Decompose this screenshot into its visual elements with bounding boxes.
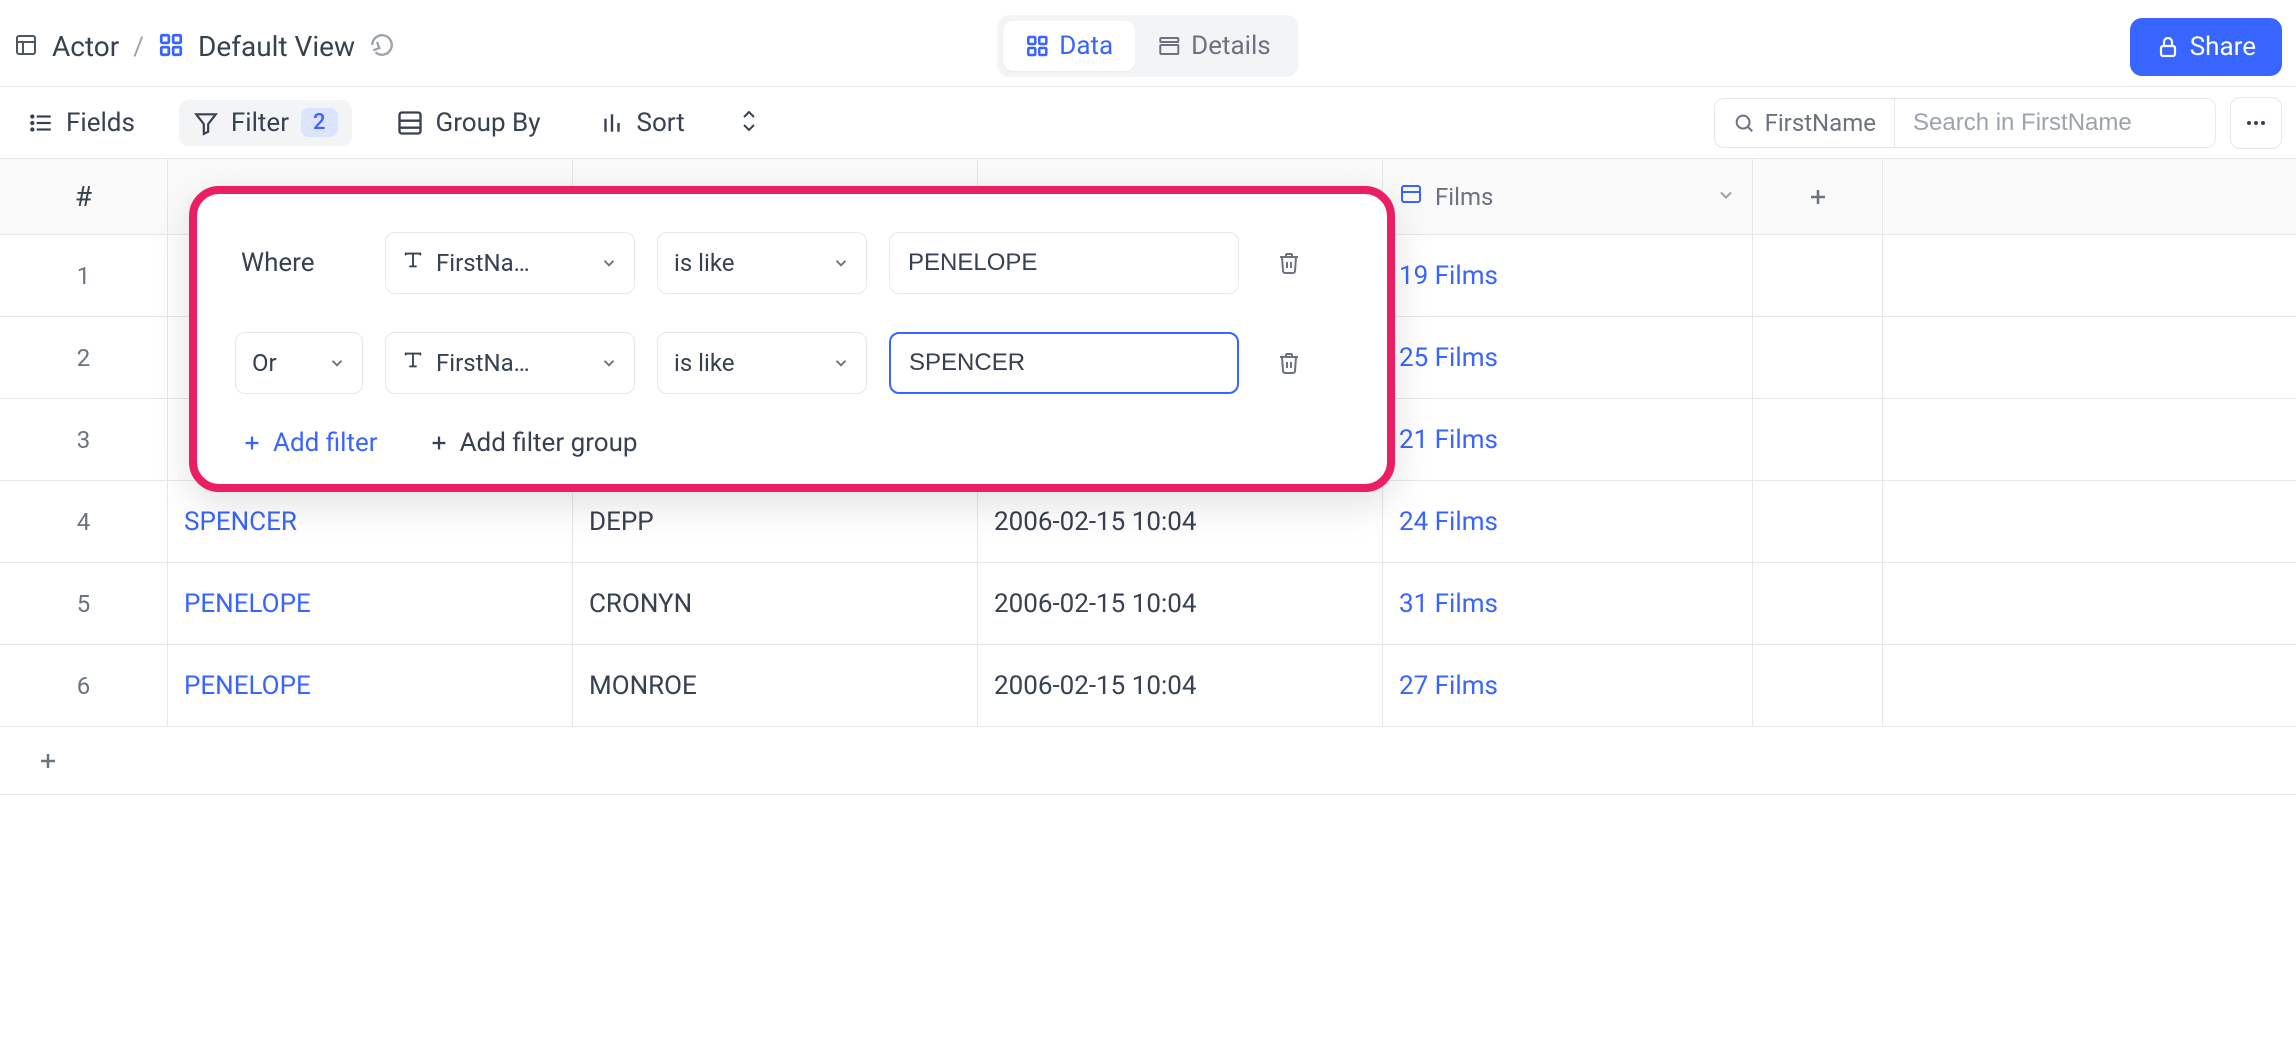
table-row[interactable]: 4SPENCERDEPP2006-02-15 10:0424 Films: [0, 481, 2296, 563]
cell-firstname[interactable]: PENELOPE: [168, 645, 573, 726]
row-number: 5: [0, 563, 168, 644]
add-filter-label: Add filter: [273, 428, 378, 458]
cell-blank: [1753, 563, 1883, 644]
row-number: 6: [0, 645, 168, 726]
row-number: 3: [0, 399, 168, 480]
chevron-down-icon[interactable]: [1716, 183, 1736, 211]
filter-button[interactable]: Filter 2: [179, 100, 352, 146]
filter-value-input-wrap: [889, 232, 1239, 294]
filter-row: Where FirstNa… is like: [235, 228, 1349, 298]
table-name[interactable]: Actor: [52, 30, 119, 63]
filter-logic-select[interactable]: Or: [235, 332, 363, 394]
cell-blank: [1753, 481, 1883, 562]
cell-lastupdate[interactable]: 2006-02-15 10:04: [978, 563, 1383, 644]
sort-label: Sort: [637, 108, 685, 138]
filter-delete-button[interactable]: [1269, 243, 1309, 283]
filter-row: Or FirstNa… is like: [235, 328, 1349, 398]
filter-delete-button[interactable]: [1269, 343, 1309, 383]
add-column-button[interactable]: [1753, 159, 1883, 234]
column-header-films-label: Films: [1435, 183, 1493, 211]
filter-operator-select[interactable]: is like: [657, 332, 867, 394]
groupby-label: Group By: [436, 108, 541, 138]
filter-popover: Where FirstNa… is like Or FirstNa… is like Ad…: [189, 186, 1395, 492]
cell-lastname[interactable]: CRONYN: [573, 563, 978, 644]
column-header-films[interactable]: Films: [1383, 159, 1753, 234]
filter-where-label: Where: [235, 248, 363, 278]
share-button-label: Share: [2190, 32, 2256, 62]
add-row: [0, 727, 2296, 795]
filter-field-select[interactable]: FirstNa…: [385, 332, 635, 394]
cell-firstname[interactable]: SPENCER: [168, 481, 573, 562]
table-row[interactable]: 5PENELOPECRONYN2006-02-15 10:0431 Films: [0, 563, 2296, 645]
row-number: 2: [0, 317, 168, 398]
cell-films[interactable]: 27 Films: [1383, 645, 1753, 726]
cell-films[interactable]: 19 Films: [1383, 235, 1753, 316]
view-toolbar: Fields Filter 2 Group By Sort FirstName: [0, 87, 2296, 159]
filter-value-input[interactable]: [907, 348, 1221, 378]
more-menu-button[interactable]: [2230, 97, 2282, 149]
fields-button[interactable]: Fields: [14, 100, 149, 146]
search-field-button[interactable]: FirstName: [1715, 99, 1895, 147]
cell-lastname[interactable]: MONROE: [573, 645, 978, 726]
search-field-label: FirstName: [1765, 109, 1876, 137]
cell-blank: [1753, 399, 1883, 480]
add-filter-group-label: Add filter group: [460, 428, 638, 458]
cell-lastupdate[interactable]: 2006-02-15 10:04: [978, 481, 1383, 562]
filter-label: Filter: [231, 108, 289, 138]
table-row[interactable]: 6PENELOPEMONROE2006-02-15 10:0427 Films: [0, 645, 2296, 727]
cell-films[interactable]: 21 Films: [1383, 399, 1753, 480]
table-icon: [14, 33, 38, 61]
row-number: 4: [0, 481, 168, 562]
filter-count-badge: 2: [301, 108, 338, 137]
tab-details[interactable]: Details: [1135, 21, 1293, 71]
breadcrumb-separator: /: [133, 32, 144, 62]
groupby-button[interactable]: Group By: [382, 100, 555, 146]
filter-value-input-wrap: [889, 332, 1239, 394]
tab-data[interactable]: Data: [1003, 21, 1135, 71]
fields-label: Fields: [66, 108, 135, 138]
view-mode-tabs: Data Details: [997, 15, 1298, 77]
add-filter-group-button[interactable]: Add filter group: [428, 428, 638, 458]
text-type-icon: [402, 349, 424, 377]
search-group: FirstName: [1714, 98, 2216, 148]
cell-films[interactable]: 25 Films: [1383, 317, 1753, 398]
view-name[interactable]: Default View: [198, 30, 355, 63]
row-number: 1: [0, 235, 168, 316]
search-input[interactable]: [1895, 99, 2215, 147]
cell-firstname[interactable]: PENELOPE: [168, 563, 573, 644]
filter-operator-select[interactable]: is like: [657, 232, 867, 294]
add-filter-button[interactable]: Add filter: [241, 428, 378, 458]
breadcrumb: Actor / Default View: [14, 30, 395, 63]
text-type-icon: [402, 249, 424, 277]
filter-field-select[interactable]: FirstNa…: [385, 232, 635, 294]
cell-lastname[interactable]: DEPP: [573, 481, 978, 562]
cell-blank: [1753, 645, 1883, 726]
row-height-button[interactable]: [729, 101, 769, 145]
refresh-icon[interactable]: [369, 32, 395, 62]
sort-button[interactable]: Sort: [585, 100, 699, 146]
add-row-button[interactable]: [0, 749, 168, 773]
filter-value-input[interactable]: [906, 248, 1222, 278]
share-button[interactable]: Share: [2130, 18, 2282, 76]
view-grid-icon: [158, 32, 184, 62]
tab-data-label: Data: [1059, 31, 1113, 61]
cell-blank: [1753, 317, 1883, 398]
app-header: Actor / Default View Data Details Share: [0, 7, 2296, 87]
cell-lastupdate[interactable]: 2006-02-15 10:04: [978, 645, 1383, 726]
cell-blank: [1753, 235, 1883, 316]
tab-details-label: Details: [1191, 31, 1271, 61]
cell-films[interactable]: 24 Films: [1383, 481, 1753, 562]
cell-films[interactable]: 31 Films: [1383, 563, 1753, 644]
link-icon: [1399, 182, 1423, 212]
column-header-rownum[interactable]: #: [0, 159, 168, 234]
